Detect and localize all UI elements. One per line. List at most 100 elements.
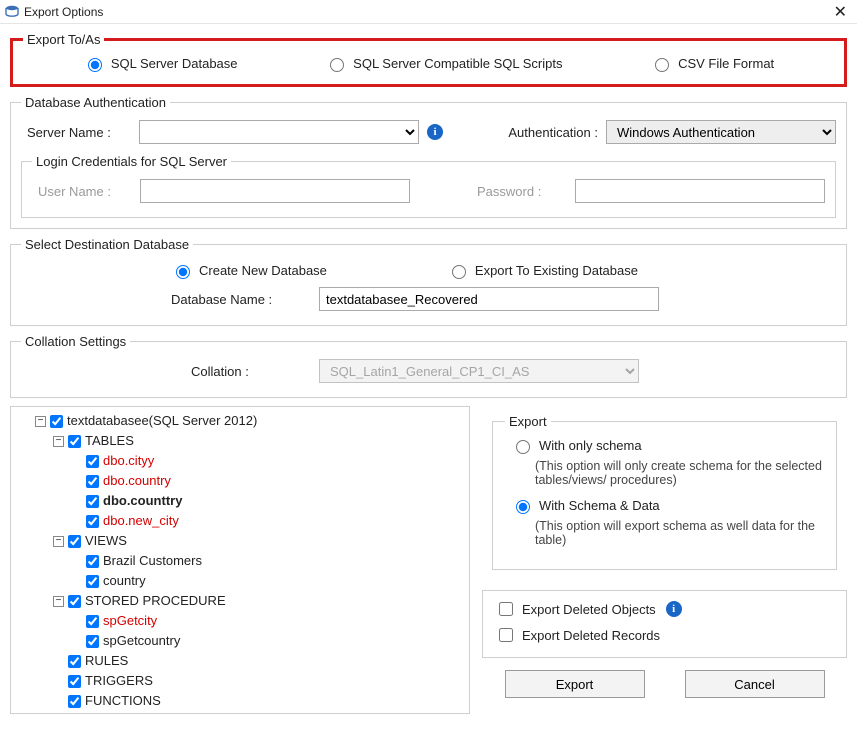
tree-checkbox[interactable] xyxy=(68,595,81,608)
collapse-icon[interactable]: − xyxy=(53,436,64,447)
tree-label: country xyxy=(103,571,146,591)
tree-checkbox[interactable] xyxy=(68,435,81,448)
tree-item[interactable]: dbo.new_city xyxy=(71,511,463,531)
server-name-label: Server Name : xyxy=(21,125,131,140)
info-icon[interactable]: i xyxy=(666,601,682,617)
app-icon xyxy=(4,4,20,20)
collapse-icon[interactable]: − xyxy=(53,596,64,607)
database-name-field[interactable] xyxy=(319,287,659,311)
destination-database-group: Select Destination Database Create New D… xyxy=(10,237,847,326)
export-to-as-group: Export To/As SQL Server Database SQL Ser… xyxy=(10,32,847,87)
tree-item[interactable]: dbo.country xyxy=(71,471,463,491)
collapse-icon[interactable]: − xyxy=(35,416,46,427)
radio-label: Create New Database xyxy=(199,263,327,278)
tree-item[interactable]: spGetcountry xyxy=(71,631,463,651)
tree-group-views[interactable]: − VIEWS xyxy=(53,531,463,551)
username-field xyxy=(140,179,410,203)
tree-checkbox[interactable] xyxy=(86,515,99,528)
radio-label: With only schema xyxy=(539,438,642,453)
export-opts-legend: Export xyxy=(505,414,551,429)
tree-checkbox[interactable] xyxy=(86,475,99,488)
collation-label: Collation : xyxy=(191,364,311,379)
tree-checkbox[interactable] xyxy=(86,455,99,468)
username-label: User Name : xyxy=(32,184,132,199)
title-bar: Export Options ✕ xyxy=(0,0,857,24)
tree-checkbox[interactable] xyxy=(86,635,99,648)
login-legend: Login Credentials for SQL Server xyxy=(32,154,231,169)
tree-group-procedures[interactable]: − STORED PROCEDURE xyxy=(53,591,463,611)
tree-item[interactable]: spGetcity xyxy=(71,611,463,631)
checkbox-export-deleted-records[interactable]: Export Deleted Records xyxy=(495,625,660,645)
info-icon[interactable]: i xyxy=(427,124,443,140)
checkbox-label: Export Deleted Objects xyxy=(522,602,656,617)
tree-label: dbo.counttry xyxy=(103,491,182,511)
tree-label: TABLES xyxy=(85,431,134,451)
tree-checkbox[interactable] xyxy=(68,675,81,688)
radio-schema-and-data[interactable]: With Schema & Data xyxy=(511,497,660,514)
radio-label: Export To Existing Database xyxy=(475,263,638,278)
radio-label: SQL Server Compatible SQL Scripts xyxy=(353,56,562,71)
radio-sql-server-database[interactable]: SQL Server Database xyxy=(83,55,238,72)
schema-data-help: (This option will export schema as well … xyxy=(535,519,824,547)
tree-item[interactable]: Brazil Customers xyxy=(71,551,463,571)
tree-item[interactable]: country xyxy=(71,571,463,591)
tree-label: spGetcountry xyxy=(103,631,180,651)
tree-label: spGetcity xyxy=(103,611,157,631)
deleted-options-group: Export Deleted Objects i Export Deleted … xyxy=(482,590,847,658)
export-options-group: Export With only schema (This option wil… xyxy=(492,414,837,570)
cancel-button[interactable]: Cancel xyxy=(685,670,825,698)
tree-checkbox[interactable] xyxy=(50,415,63,428)
tree-group-triggers[interactable]: TRIGGERS xyxy=(53,671,463,691)
radio-schema-only[interactable]: With only schema xyxy=(511,437,642,454)
collation-select: SQL_Latin1_General_CP1_CI_AS xyxy=(319,359,639,383)
tree-checkbox[interactable] xyxy=(68,655,81,668)
database-name-label: Database Name : xyxy=(171,292,311,307)
radio-label: SQL Server Database xyxy=(111,56,238,71)
tree-label: TRIGGERS xyxy=(85,671,153,691)
password-label: Password : xyxy=(477,184,567,199)
tree-checkbox[interactable] xyxy=(86,495,99,508)
close-icon[interactable]: ✕ xyxy=(834,2,847,22)
tree-checkbox[interactable] xyxy=(86,615,99,628)
tree-checkbox[interactable] xyxy=(86,555,99,568)
dest-legend: Select Destination Database xyxy=(21,237,193,252)
radio-export-existing-database[interactable]: Export To Existing Database xyxy=(447,262,638,279)
tree-group-functions[interactable]: FUNCTIONS xyxy=(53,691,463,711)
tree-root[interactable]: − textdatabasee(SQL Server 2012) xyxy=(35,411,463,431)
radio-label: With Schema & Data xyxy=(539,498,660,513)
tree-item[interactable]: dbo.cityy xyxy=(71,451,463,471)
export-to-as-legend: Export To/As xyxy=(23,32,104,47)
server-name-select[interactable] xyxy=(139,120,419,144)
authentication-select[interactable]: Windows Authentication xyxy=(606,120,836,144)
authentication-label: Authentication : xyxy=(508,125,598,140)
checkbox-label: Export Deleted Records xyxy=(522,628,660,643)
radio-sql-scripts[interactable]: SQL Server Compatible SQL Scripts xyxy=(325,55,562,72)
radio-csv-format[interactable]: CSV File Format xyxy=(650,55,774,72)
window-title: Export Options xyxy=(24,5,103,19)
db-auth-legend: Database Authentication xyxy=(21,95,170,110)
tree-label: VIEWS xyxy=(85,531,127,551)
export-button[interactable]: Export xyxy=(505,670,645,698)
password-field xyxy=(575,179,825,203)
tree-checkbox[interactable] xyxy=(68,535,81,548)
schema-only-help: (This option will only create schema for… xyxy=(535,459,824,487)
collation-legend: Collation Settings xyxy=(21,334,130,349)
checkbox-export-deleted-objects[interactable]: Export Deleted Objects xyxy=(495,599,656,619)
tree-label: RULES xyxy=(85,651,128,671)
radio-create-new-database[interactable]: Create New Database xyxy=(171,262,327,279)
tree-group-rules[interactable]: RULES xyxy=(53,651,463,671)
tree-label: dbo.new_city xyxy=(103,511,179,531)
tree-label: Brazil Customers xyxy=(103,551,202,571)
tree-group-tables[interactable]: − TABLES xyxy=(53,431,463,451)
tree-checkbox[interactable] xyxy=(68,695,81,708)
tree-label: textdatabasee(SQL Server 2012) xyxy=(67,411,257,431)
object-tree-panel[interactable]: − textdatabasee(SQL Server 2012) − TABLE… xyxy=(10,406,470,714)
tree-label: dbo.country xyxy=(103,471,171,491)
tree-item[interactable]: dbo.counttry xyxy=(71,491,463,511)
tree-label: FUNCTIONS xyxy=(85,691,161,711)
tree-checkbox[interactable] xyxy=(86,575,99,588)
login-credentials-group: Login Credentials for SQL Server User Na… xyxy=(21,154,836,218)
collapse-icon[interactable]: − xyxy=(53,536,64,547)
tree-label: STORED PROCEDURE xyxy=(85,591,226,611)
database-authentication-group: Database Authentication Server Name : i … xyxy=(10,95,847,229)
